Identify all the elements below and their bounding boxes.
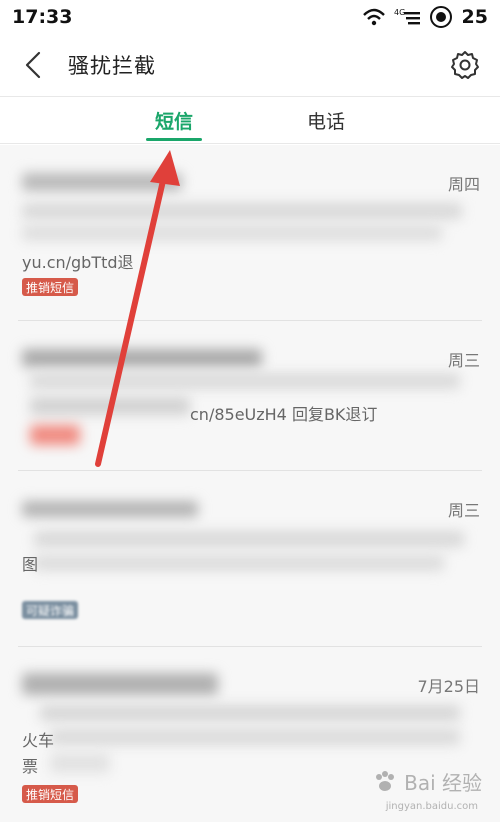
status-icons: 4G 25 xyxy=(362,6,488,28)
header: 骚扰拦截 xyxy=(0,34,500,96)
blurred-sender xyxy=(22,673,218,695)
message-text: 图 xyxy=(22,555,39,574)
status-time: 17:33 xyxy=(12,6,73,28)
message-text: 票 xyxy=(22,757,39,776)
blurred-badge xyxy=(30,425,80,445)
watermark: Bai 经验 xyxy=(372,767,482,796)
message-text: cn/85eUzH4 回复BK退订 xyxy=(190,405,378,424)
spam-badge: 推销短信 xyxy=(22,785,79,803)
watermark-url: jingyan.baidu.com xyxy=(385,801,478,812)
list-item[interactable]: 周三 图 可疑诈骗 xyxy=(0,471,500,647)
list-item[interactable]: 周四 yu.cn/gbTtd退 推销短信 xyxy=(0,145,500,321)
watermark-brand: Bai 经验 xyxy=(404,771,482,795)
blurred-text xyxy=(34,555,444,571)
list-item[interactable]: 周三 cn/85eUzH4 回复BK退订 xyxy=(0,321,500,471)
tab-call[interactable]: 电话 xyxy=(266,97,386,143)
battery-icon xyxy=(429,6,452,28)
blurred-sender xyxy=(22,501,198,517)
blurred-text xyxy=(30,397,190,415)
chevron-left-icon xyxy=(25,51,41,79)
blurred-text xyxy=(34,531,464,547)
message-date: 周三 xyxy=(447,501,480,520)
blurred-text xyxy=(22,203,462,219)
blurred-sender xyxy=(22,173,182,191)
battery-level: 25 xyxy=(461,6,488,28)
message-text: yu.cn/gbTtd退 xyxy=(22,253,134,272)
message-text: 火车 xyxy=(22,731,55,750)
message-date: 7月25日 xyxy=(417,677,480,696)
tab-sms[interactable]: 短信 xyxy=(114,97,234,143)
spam-badge: 推销短信 xyxy=(22,278,79,296)
signal-4g-icon: 4G xyxy=(394,8,420,25)
blurred-sender xyxy=(22,349,262,367)
fraud-badge: 可疑诈骗 xyxy=(22,601,79,619)
network-label: 4G xyxy=(394,8,405,17)
back-button[interactable] xyxy=(18,45,48,85)
blurred-text xyxy=(40,705,460,721)
tab-bar: 短信 电话 xyxy=(0,96,500,144)
page-title: 骚扰拦截 xyxy=(68,54,156,78)
settings-button[interactable] xyxy=(448,48,482,82)
blurred-text xyxy=(22,225,442,241)
message-list[interactable]: 周四 yu.cn/gbTtd退 推销短信 周三 cn/85eUzH4 回复BK退… xyxy=(0,145,500,822)
blurred-text xyxy=(30,373,460,389)
wifi-icon xyxy=(362,8,385,26)
message-date: 周四 xyxy=(447,175,480,194)
active-tab-indicator xyxy=(146,138,202,141)
status-bar: 17:33 4G 25 xyxy=(0,0,500,34)
gear-icon xyxy=(451,51,479,79)
message-date: 周三 xyxy=(447,351,480,370)
blurred-text xyxy=(50,753,110,773)
paw-icon xyxy=(376,770,395,791)
blurred-text xyxy=(50,729,460,745)
